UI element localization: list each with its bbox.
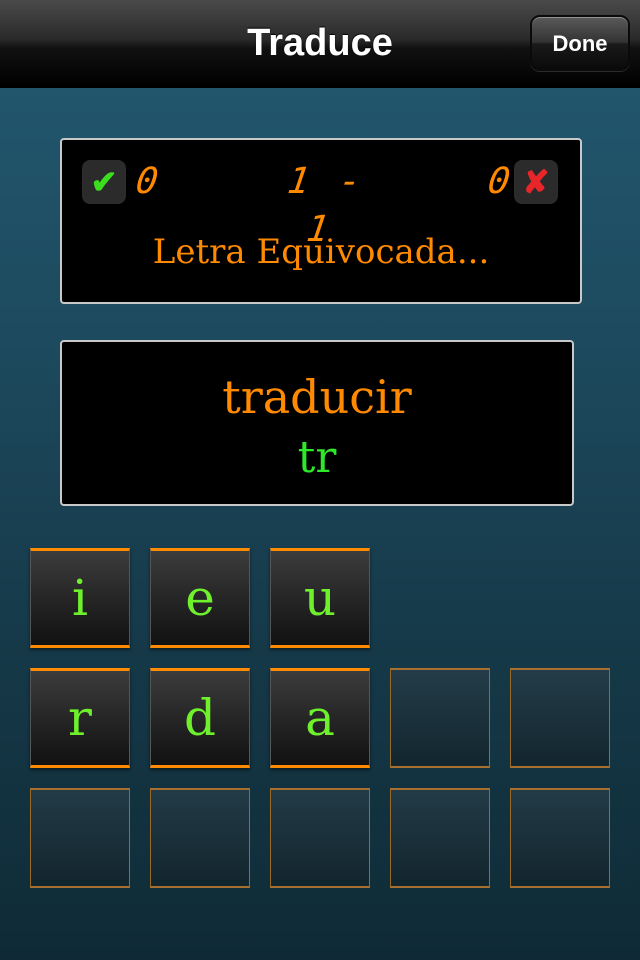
target-word: traducir bbox=[222, 370, 412, 424]
letter-tile-u[interactable]: u bbox=[270, 548, 370, 648]
x-icon: ✘ bbox=[514, 160, 558, 204]
letter-tile-a[interactable]: a bbox=[270, 668, 370, 768]
empty-tile-slot bbox=[510, 668, 610, 768]
letter-tile-r[interactable]: r bbox=[30, 668, 130, 768]
empty-tile-slot bbox=[390, 668, 490, 768]
letter-tile-d[interactable]: d bbox=[150, 668, 250, 768]
done-button[interactable]: Done bbox=[530, 15, 630, 71]
status-message: Letra Equivocada... bbox=[152, 232, 490, 272]
word-panel: traducir tr bbox=[60, 340, 574, 506]
correct-count: 0 bbox=[133, 161, 161, 202]
score-panel: ✔ 0 1 - 1 0 ✘ Letra Equivocada... bbox=[60, 138, 582, 304]
letter-tile-i[interactable]: i bbox=[30, 548, 130, 648]
empty-tile-slot bbox=[150, 788, 250, 888]
empty-tile-slot bbox=[270, 788, 370, 888]
typed-letters: tr bbox=[297, 432, 337, 483]
check-icon: ✔ bbox=[82, 160, 126, 204]
empty-tile-slot bbox=[510, 788, 610, 888]
empty-tile-slot bbox=[30, 788, 130, 888]
letter-tile-e[interactable]: e bbox=[150, 548, 250, 648]
navigation-bar: Traduce Done bbox=[0, 0, 640, 88]
wrong-count: 0 bbox=[485, 161, 513, 202]
empty-tile-slot bbox=[390, 788, 490, 888]
